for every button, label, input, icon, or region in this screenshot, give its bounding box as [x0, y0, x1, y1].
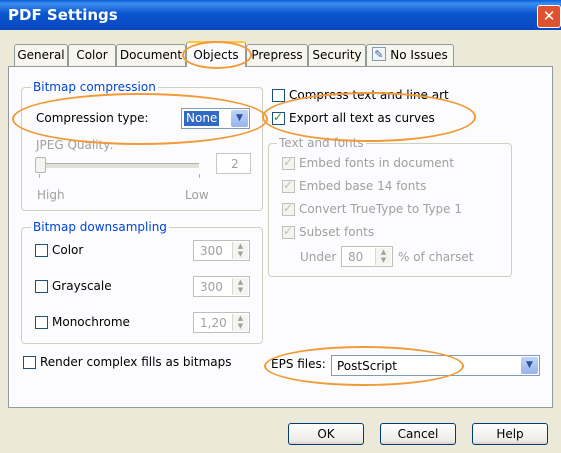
color-resolution-spin[interactable]: 300 ▲ ▼ [193, 240, 250, 261]
tab-color[interactable]: Color [68, 44, 116, 66]
embed-fonts-label: Embed fonts in document [299, 156, 454, 170]
slider-tick [199, 174, 200, 178]
convert-truetype-checkbox[interactable] [282, 201, 295, 216]
tab-label: Color [76, 48, 108, 62]
pdf-settings-window: PDF Settings ✕ General Color Document Ob… [0, 0, 561, 453]
close-icon: ✕ [542, 7, 556, 25]
tab-label: Security [312, 48, 362, 62]
charset-label: % of charset [398, 250, 474, 264]
spin-arrows-icon[interactable]: ▲ ▼ [232, 242, 248, 259]
high-label: High [37, 188, 65, 202]
jpeg-quality-value: 2 [231, 157, 239, 171]
spin-arrows-icon[interactable]: ▲ ▼ [232, 314, 248, 331]
subset-fonts-checkbox[interactable] [282, 224, 295, 239]
ok-label: OK [317, 427, 335, 441]
tab-no-issues[interactable]: ✎ No Issues [366, 44, 454, 66]
tab-label: Prepress [251, 48, 303, 62]
convert-truetype-label: Convert TrueType to Type 1 [299, 202, 463, 216]
grayscale-checkbox[interactable] [35, 280, 48, 293]
tab-label: No Issues [390, 48, 448, 62]
low-label: Low [185, 188, 209, 202]
embed-base14-checkbox[interactable] [282, 178, 295, 193]
help-button[interactable]: Help [472, 423, 548, 445]
window-title: PDF Settings [8, 6, 118, 24]
jpeg-quality-value-box[interactable]: 2 [216, 153, 251, 174]
highlight-oval-export-curves [262, 92, 476, 142]
color-resolution-value: 300 [200, 244, 223, 258]
subset-threshold-spin[interactable]: 80 ▲ ▼ [341, 246, 393, 267]
monochrome-resolution-value: 1,20 [200, 316, 227, 330]
tab-document[interactable]: Document [116, 44, 186, 66]
slider-thumb[interactable] [35, 157, 46, 173]
monochrome-checkbox[interactable] [35, 316, 48, 329]
title-bar[interactable]: PDF Settings ✕ [0, 0, 561, 30]
tab-label: General [17, 48, 65, 62]
highlight-oval-compression [12, 93, 268, 145]
tab-prepress[interactable]: Prepress [246, 44, 308, 66]
close-button[interactable]: ✕ [537, 5, 561, 28]
render-fills-label: Render complex fills as bitmaps [40, 355, 232, 369]
monochrome-resolution-spin[interactable]: 1,20 ▲ ▼ [193, 312, 250, 333]
no-issues-icon: ✎ [372, 47, 387, 61]
spin-arrows-icon[interactable]: ▲ ▼ [232, 278, 248, 295]
spin-arrows-icon[interactable]: ▲ ▼ [375, 248, 391, 265]
grayscale-label: Grayscale [52, 279, 112, 293]
render-fills-checkbox[interactable] [23, 356, 36, 369]
tab-label: Document [119, 48, 183, 62]
color-checkbox[interactable] [35, 244, 48, 257]
cancel-label: Cancel [397, 427, 439, 441]
under-label: Under [300, 250, 337, 264]
ok-button[interactable]: OK [288, 423, 364, 445]
subset-fonts-label: Subset fonts [299, 225, 375, 239]
jpeg-quality-slider[interactable] [39, 163, 199, 169]
color-label: Color [52, 243, 84, 257]
monochrome-label: Monochrome [52, 315, 130, 329]
tab-security[interactable]: Security [308, 44, 366, 66]
grayscale-resolution-spin[interactable]: 300 ▲ ▼ [193, 276, 250, 297]
highlight-oval-objects-tab [182, 41, 252, 69]
subset-threshold-value: 80 [348, 250, 364, 264]
bitmap-downsampling-legend: Bitmap downsampling [31, 220, 169, 234]
embed-base14-label: Embed base 14 fonts [299, 179, 427, 193]
tab-general[interactable]: General [14, 44, 68, 66]
highlight-oval-eps [264, 346, 464, 386]
embed-fonts-checkbox[interactable] [282, 155, 295, 170]
chevron-down-icon[interactable]: ▼ [521, 357, 538, 374]
slider-tick [39, 174, 40, 178]
cancel-button[interactable]: Cancel [380, 423, 456, 445]
compress-text-checkbox[interactable] [272, 89, 285, 102]
bitmap-compression-legend: Bitmap compression [31, 80, 158, 94]
help-label: Help [496, 427, 524, 441]
grayscale-resolution-value: 300 [200, 280, 223, 294]
